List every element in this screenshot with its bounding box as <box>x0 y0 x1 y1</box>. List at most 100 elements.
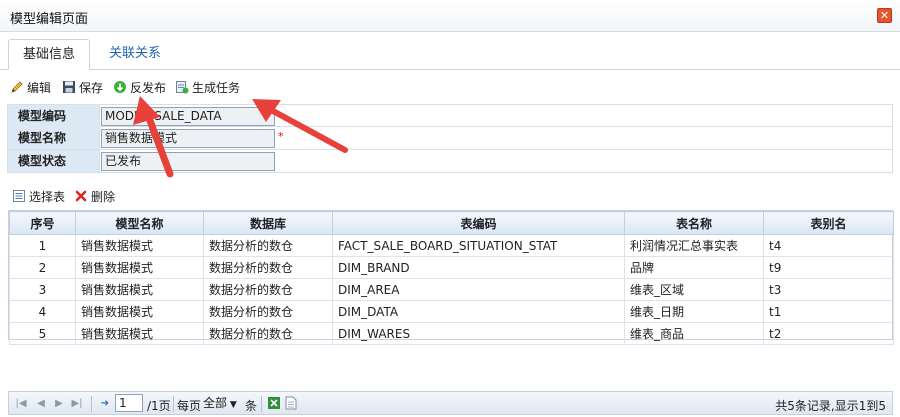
table-row[interactable]: 2 销售数据模式 数据分析的数仓 DIM_BRAND 品牌 t9 <box>9 256 894 279</box>
unpublish-button[interactable]: 反发布 <box>113 79 166 97</box>
cell-model-name: 销售数据模式 <box>75 300 204 323</box>
cell-database: 数据分析的数仓 <box>203 322 333 345</box>
cell-table-name: 维表_日期 <box>624 300 764 323</box>
column-header[interactable]: 表编码 <box>332 211 625 235</box>
cell-index: 1 <box>9 234 76 257</box>
cell-table-alias: t4 <box>763 234 894 257</box>
cell-index: 2 <box>9 256 76 279</box>
tables-table: 序号 模型名称 数据库 表编码 表名称 表别名 1 销售数据模式 数据分析的数仓… <box>9 211 894 345</box>
per-page-select[interactable]: 全部 ▼ <box>203 394 243 412</box>
cell-table-code: DIM_WARES <box>332 322 625 345</box>
next-page-icon[interactable]: ▶ <box>53 398 65 410</box>
cell-database: 数据分析的数仓 <box>203 256 333 279</box>
generate-task-label: 生成任务 <box>192 81 241 95</box>
cell-table-code: DIM_DATA <box>332 300 625 323</box>
column-header[interactable]: 序号 <box>9 211 76 235</box>
cell-table-name: 维表_区域 <box>624 278 764 301</box>
required-mark: * <box>278 130 284 143</box>
cell-model-name: 销售数据模式 <box>75 278 204 301</box>
model-name-label: 模型名称 <box>8 127 100 149</box>
select-table-label: 选择表 <box>29 190 66 204</box>
edit-button[interactable]: 编辑 <box>10 79 51 97</box>
excel-export-icon[interactable] <box>267 396 281 410</box>
per-page-value: 全部 <box>203 396 228 410</box>
red-x-icon <box>75 190 87 202</box>
pager-summary: 共5条记录,显示1到5 <box>775 399 886 413</box>
pager-divider <box>91 396 92 412</box>
page-total: /1页 <box>147 399 171 413</box>
green-circle-arrow-icon <box>114 81 126 93</box>
per-page-label: 每页 <box>177 399 202 413</box>
per-page-suffix: 条 <box>245 399 258 413</box>
tab-basic-info[interactable]: 基础信息 <box>8 39 91 70</box>
cell-table-alias: t9 <box>763 256 894 279</box>
model-name-field[interactable]: 销售数据模式 <box>101 129 275 148</box>
form-row-model-status: 模型状态 已发布 <box>7 150 893 173</box>
model-code-label: 模型编码 <box>8 105 100 127</box>
table-header-row: 序号 模型名称 数据库 表编码 表名称 表别名 <box>9 211 894 235</box>
pager-divider <box>261 396 262 412</box>
toolbar: 编辑 保存 反发布 生成任务 <box>0 76 900 100</box>
table-toolbar: 选择表 删除 <box>0 185 900 207</box>
column-header[interactable]: 数据库 <box>203 211 333 235</box>
chevron-down-icon: ▼ <box>227 400 237 410</box>
column-header[interactable]: 表别名 <box>763 211 894 235</box>
cell-table-alias: t3 <box>763 278 894 301</box>
cell-table-alias: t2 <box>763 322 894 345</box>
generate-task-button[interactable]: 生成任务 <box>175 79 240 97</box>
cell-model-name: 销售数据模式 <box>75 256 204 279</box>
table-row[interactable]: 5 销售数据模式 数据分析的数仓 DIM_WARES 维表_商品 t2 <box>9 322 894 345</box>
cell-table-name: 维表_商品 <box>624 322 764 345</box>
model-code-field[interactable]: MODEL_SALE_DATA <box>101 107 275 126</box>
last-page-icon[interactable]: ▶| <box>71 398 83 410</box>
cell-database: 数据分析的数仓 <box>203 278 333 301</box>
go-arrow-icon[interactable]: ➜ <box>99 398 111 410</box>
cell-index: 5 <box>9 322 76 345</box>
prev-page-icon[interactable]: ◀ <box>35 398 47 410</box>
pagination-bar: |◀ ◀ ▶ ▶| ➜ 1 /1页 每页 全部 ▼ 条 共5条记录,显示1到5 <box>8 391 893 415</box>
cell-index: 3 <box>9 278 76 301</box>
cell-table-code: DIM_BRAND <box>332 256 625 279</box>
model-form: 模型编码 MODEL_SALE_DATA 模型名称 销售数据模式 * 模型状态 … <box>7 104 893 173</box>
tables-grid: 序号 模型名称 数据库 表编码 表名称 表别名 1 销售数据模式 数据分析的数仓… <box>8 210 894 345</box>
save-label: 保存 <box>79 81 104 95</box>
delete-label: 删除 <box>91 190 116 204</box>
cell-table-alias: t1 <box>763 300 894 323</box>
cell-model-name: 销售数据模式 <box>75 322 204 345</box>
cell-table-name: 品牌 <box>624 256 764 279</box>
form-row-model-name: 模型名称 销售数据模式 * <box>7 127 893 150</box>
table-row[interactable]: 3 销售数据模式 数据分析的数仓 DIM_AREA 维表_区域 t3 <box>9 278 894 301</box>
save-button[interactable]: 保存 <box>62 79 103 97</box>
column-header[interactable]: 表名称 <box>624 211 764 235</box>
document-icon[interactable] <box>285 396 297 410</box>
window-titlebar: 模型编辑页面 ✕ <box>0 0 900 32</box>
unpublish-label: 反发布 <box>130 81 167 95</box>
cell-model-name: 销售数据模式 <box>75 234 204 257</box>
table-row[interactable]: 1 销售数据模式 数据分析的数仓 FACT_SALE_BOARD_SITUATI… <box>9 234 894 257</box>
delete-button[interactable]: 删除 <box>74 188 115 206</box>
cell-database: 数据分析的数仓 <box>203 300 333 323</box>
pager-divider <box>173 396 174 412</box>
first-page-icon[interactable]: |◀ <box>15 398 27 410</box>
page-number-input[interactable]: 1 <box>115 394 143 412</box>
table-row[interactable]: 4 销售数据模式 数据分析的数仓 DIM_DATA 维表_日期 t1 <box>9 300 894 323</box>
cell-table-code: FACT_SALE_BOARD_SITUATION_STAT <box>332 234 625 257</box>
close-icon[interactable]: ✕ <box>877 8 892 23</box>
tab-bar: 基础信息 关联关系 <box>0 32 900 70</box>
list-icon <box>13 190 25 202</box>
column-header[interactable]: 模型名称 <box>75 211 204 235</box>
window-title: 模型编辑页面 <box>10 12 89 27</box>
cell-table-code: DIM_AREA <box>332 278 625 301</box>
model-status-label: 模型状态 <box>8 150 100 172</box>
floppy-save-icon <box>63 81 75 93</box>
cell-table-name: 利润情况汇总事实表 <box>624 234 764 257</box>
select-table-button[interactable]: 选择表 <box>12 188 65 206</box>
cell-index: 4 <box>9 300 76 323</box>
pencil-icon <box>11 81 23 93</box>
edit-label: 编辑 <box>27 81 52 95</box>
form-row-model-code: 模型编码 MODEL_SALE_DATA <box>7 104 893 127</box>
generate-task-icon <box>176 81 189 94</box>
model-status-field[interactable]: 已发布 <box>101 152 275 171</box>
cell-database: 数据分析的数仓 <box>203 234 333 257</box>
tab-relations[interactable]: 关联关系 <box>95 39 175 70</box>
